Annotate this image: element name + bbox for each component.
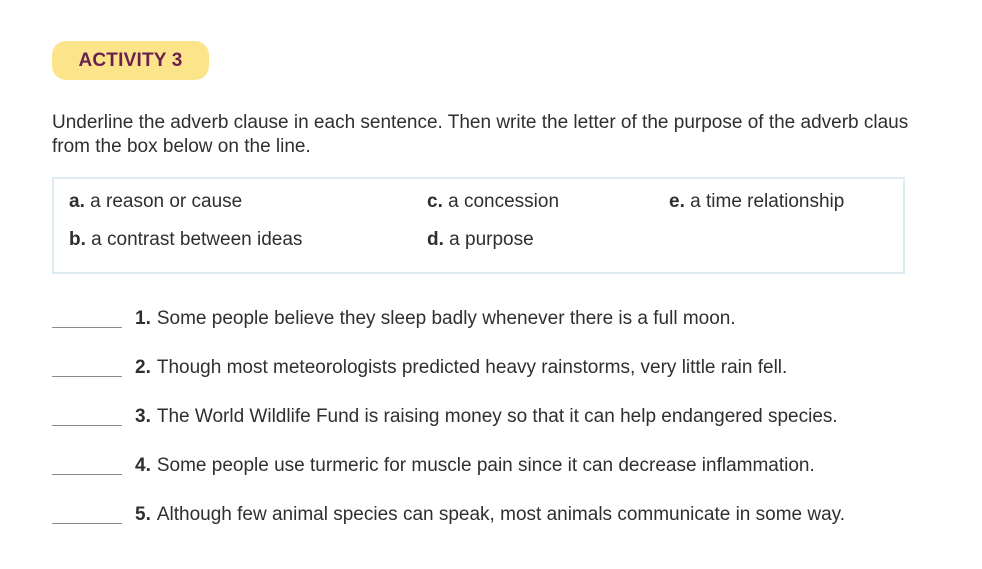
- exercise-item-4: 4. Some people use turmeric for muscle pa…: [52, 455, 972, 481]
- answer-line[interactable]: [52, 425, 122, 426]
- option-letter: d.: [427, 229, 444, 250]
- option-letter: a.: [69, 191, 85, 212]
- exercise-text: Although few animal species can speak, m…: [156, 504, 846, 525]
- activity-badge: ACTIVITY 3: [52, 41, 209, 80]
- exercise-sentence: 1. Some people believe they sleep badly w…: [135, 308, 736, 330]
- exercise-text: Though most meteorologists predicted hea…: [156, 357, 788, 378]
- exercise-number: 2.: [135, 357, 151, 378]
- option-letter: c.: [427, 191, 443, 212]
- option-d: d. a purpose: [427, 229, 534, 251]
- option-b: b. a contrast between ideas: [69, 229, 302, 251]
- exercise-number: 5.: [135, 504, 151, 525]
- exercise-sentence: 2. Though most meteorologists predicted h…: [135, 357, 787, 379]
- option-e: e. a time relationship: [669, 191, 844, 213]
- answer-line[interactable]: [52, 376, 122, 377]
- exercise-number: 1.: [135, 308, 151, 329]
- exercise-number: 4.: [135, 455, 151, 476]
- exercise-item-3: 3. The World Wildlife Fund is raising mon…: [52, 406, 972, 432]
- exercise-item-5: 5. Although few animal species can speak,…: [52, 504, 972, 530]
- exercise-text: Some people use turmeric for muscle pain…: [156, 455, 815, 476]
- exercise-item-2: 2. Though most meteorologists predicted h…: [52, 357, 972, 383]
- option-text: a time relationship: [690, 191, 845, 212]
- activity-label: ACTIVITY 3: [78, 49, 183, 71]
- exercise-item-1: 1. Some people believe they sleep badly w…: [52, 308, 972, 334]
- exercise-text: Some people believe they sleep badly whe…: [156, 308, 736, 329]
- option-text: a reason or cause: [90, 191, 243, 212]
- exercise-sentence: 4. Some people use turmeric for muscle pa…: [135, 455, 815, 477]
- answer-line[interactable]: [52, 327, 122, 328]
- option-text: a purpose: [449, 229, 534, 250]
- exercise-number: 3.: [135, 406, 151, 427]
- option-letter: b.: [69, 229, 86, 250]
- instructions-text: Underline the adverb clause in each sent…: [52, 112, 909, 157]
- option-letter: e.: [669, 191, 685, 212]
- answer-line[interactable]: [52, 523, 122, 524]
- option-text: a contrast between ideas: [91, 229, 303, 250]
- options-box: a. a reason or cause b. a contrast betwe…: [52, 177, 905, 274]
- option-text: a concession: [448, 191, 560, 212]
- option-c: c. a concession: [427, 191, 559, 213]
- exercise-sentence: 3. The World Wildlife Fund is raising mon…: [135, 406, 838, 428]
- exercise-sentence: 5. Although few animal species can speak,…: [135, 504, 845, 526]
- option-a: a. a reason or cause: [69, 191, 242, 213]
- answer-line[interactable]: [52, 474, 122, 475]
- exercise-text: The World Wildlife Fund is raising money…: [156, 406, 838, 427]
